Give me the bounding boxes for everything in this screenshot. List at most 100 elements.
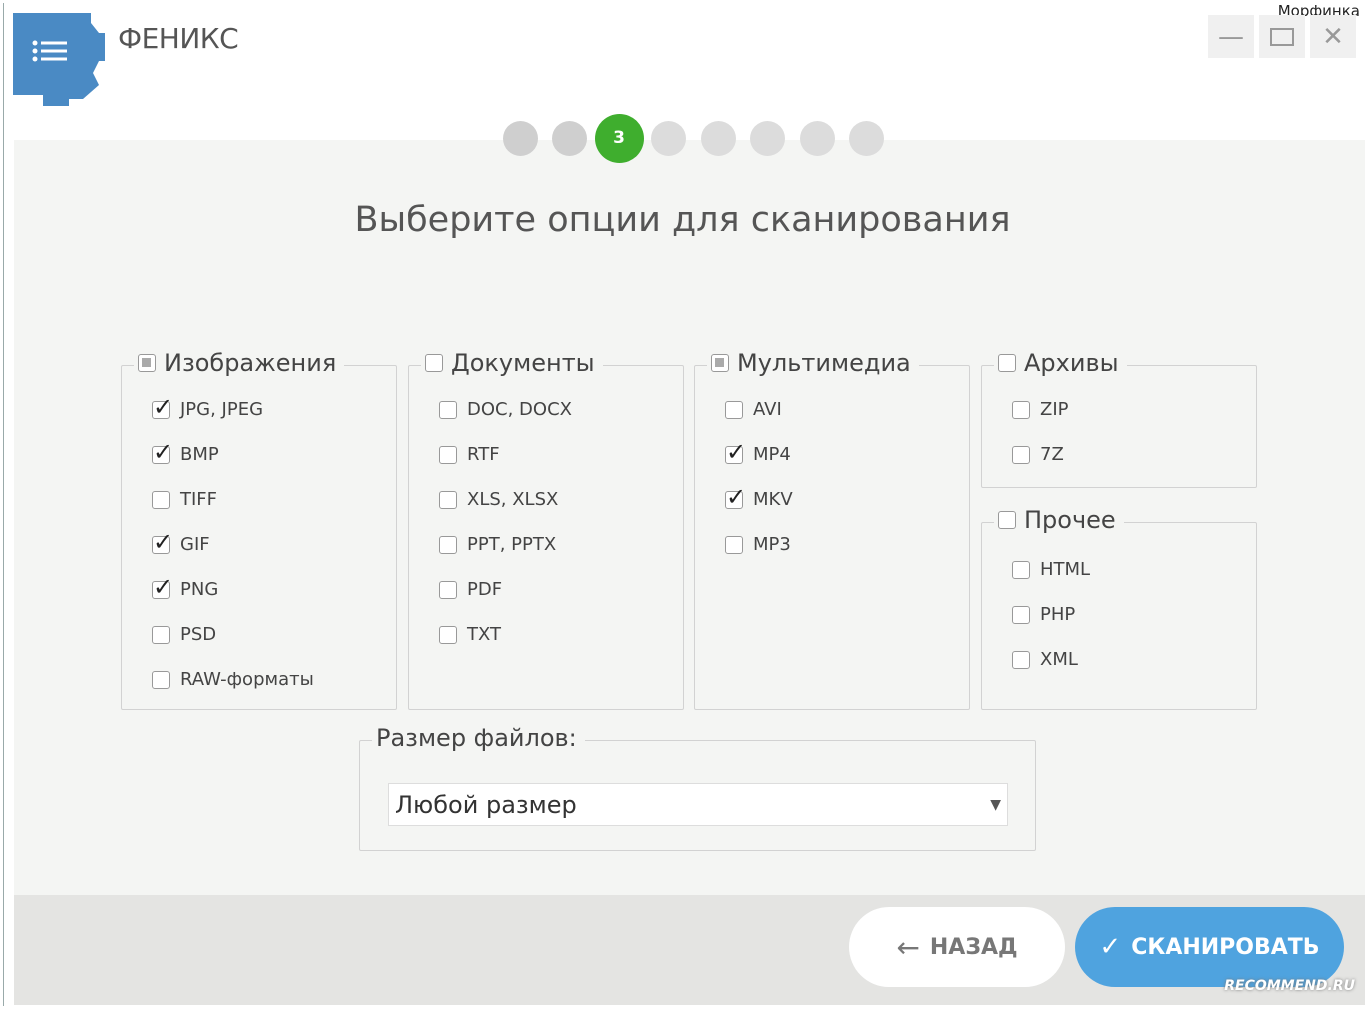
checkbox-item[interactable]: BMP [152,438,219,466]
group-checkbox[interactable]: Архивы [994,349,1127,377]
close-button[interactable]: ✕ [1310,15,1356,58]
checkbox[interactable] [152,528,173,556]
checkbox[interactable] [1012,605,1030,624]
checkbox[interactable] [725,438,746,466]
step-dot [700,120,736,156]
checkbox[interactable] [725,400,743,419]
checkbox-label: MKV [753,489,793,510]
group-checkbox[interactable]: Мультимедиа [707,349,919,377]
checkbox-item[interactable]: PPT, PPTX [439,534,556,555]
page-title: Выберите опции для сканирования [354,200,1011,240]
step-dot [848,120,884,156]
checkbox-item[interactable]: 7Z [1012,444,1064,465]
checkmark-icon: ✓ [1099,932,1122,962]
checkbox-item[interactable]: ZIP [1012,399,1069,420]
checkbox[interactable] [1012,560,1030,579]
checkbox-label: XML [1040,649,1078,670]
checkbox-item[interactable]: PDF [439,579,502,600]
checkbox-label: HTML [1040,559,1091,580]
checkbox-label: AVI [753,399,782,420]
dropdown-arrow-icon: ▼ [990,796,1001,813]
checkbox-label: MP4 [753,444,791,465]
checkbox-item[interactable]: DOC, DOCX [439,399,572,420]
step-dot [650,120,686,156]
checkbox-item[interactable]: TXT [439,624,501,645]
back-button[interactable]: ← НАЗАД [849,907,1065,987]
checkbox-label: BMP [180,444,219,465]
checkbox-item[interactable]: MP4 [725,438,791,466]
checkbox-label: TIFF [180,489,218,510]
checkbox-item[interactable]: AVI [725,399,782,420]
checkbox-label: PSD [180,624,217,645]
checkbox[interactable] [439,490,457,509]
app-logo-gear-icon [13,13,105,110]
checkbox-label: RTF [467,444,500,465]
checkbox[interactable] [1012,650,1030,669]
checkbox[interactable] [439,625,457,644]
checkbox[interactable] [711,354,729,372]
checkbox[interactable] [439,400,457,419]
checkbox-item[interactable]: XML [1012,649,1078,670]
checkbox-item[interactable]: RAW-форматы [152,669,314,690]
step-dot [799,120,835,156]
checkbox-item[interactable]: JPG, JPEG [152,393,263,421]
checkbox[interactable] [152,573,173,601]
checkbox[interactable] [439,535,457,554]
step-dot [749,120,785,156]
group-label: Мультимедиа [737,349,911,377]
checkbox-item[interactable]: MKV [725,483,793,511]
checkbox-item[interactable]: PSD [152,624,216,645]
checkbox-label: PDF [467,579,503,600]
checkbox-item[interactable]: PHP [1012,604,1075,625]
back-label: НАЗАД [929,934,1018,960]
checkbox[interactable] [152,670,170,689]
group-label: Архивы [1024,349,1119,377]
group-1: Документы DOC, DOCX RTF XLS, XLSX PPT, PPTX P… [408,349,684,710]
checkbox-item[interactable]: HTML [1012,559,1090,580]
checkbox[interactable] [725,535,743,554]
checkbox-label: PPT, PPTX [467,534,557,555]
group-checkbox[interactable]: Документы [421,349,603,377]
checkbox[interactable] [1012,445,1030,464]
maximize-button[interactable] [1259,15,1305,58]
checkbox-item[interactable]: TIFF [152,489,217,510]
minimize-button[interactable]: — [1208,15,1254,58]
scan-button[interactable]: ✓ СКАНИРОВАТЬ [1075,907,1344,987]
group-4: Прочее HTML PHP XML [981,506,1257,710]
checkbox-label: GIF [180,534,210,555]
checkbox[interactable] [152,625,170,644]
checkbox[interactable] [1012,400,1030,419]
filesize-select[interactable]: Любой размер ▼ [388,783,1008,826]
checkbox-label: PNG [180,579,219,600]
filesize-label: Размер файлов: [372,724,585,752]
step-dot [551,120,587,156]
filesize-value: Любой размер [395,790,577,819]
group-0: Изображения JPG, JPEG BMP TIFF GIF PNG PSD RAW-… [121,349,397,710]
checkbox-label: 7Z [1040,444,1064,465]
group-3: Архивы ZIP 7Z [981,349,1257,488]
checkbox-item[interactable]: XLS, XLSX [439,489,558,510]
checkbox[interactable] [152,490,170,509]
checkbox[interactable] [152,438,173,466]
checkbox-label: XLS, XLSX [467,489,559,510]
checkbox-item[interactable]: MP3 [725,534,791,555]
step-dot [502,120,538,156]
checkbox[interactable] [152,393,173,421]
checkbox-label: MP3 [753,534,791,555]
group-checkbox[interactable]: Прочее [994,506,1124,534]
checkbox[interactable] [439,445,457,464]
checkbox-label: DOC, DOCX [467,399,572,420]
checkbox-item[interactable]: GIF [152,528,210,556]
checkbox[interactable] [998,511,1016,529]
checkbox[interactable] [439,580,457,599]
checkbox[interactable] [998,354,1016,372]
checkbox[interactable] [138,354,156,372]
checkbox-item[interactable]: PNG [152,573,219,601]
checkbox[interactable] [725,483,746,511]
checkbox[interactable] [425,354,443,372]
group-2: Мультимедиа AVI MP4 MKV MP3 [694,349,970,710]
checkbox-label: RAW-форматы [180,669,314,690]
filesize-group: Размер файлов: Любой размер ▼ [359,724,1036,851]
checkbox-item[interactable]: RTF [439,444,500,465]
group-checkbox[interactable]: Изображения [134,349,345,377]
